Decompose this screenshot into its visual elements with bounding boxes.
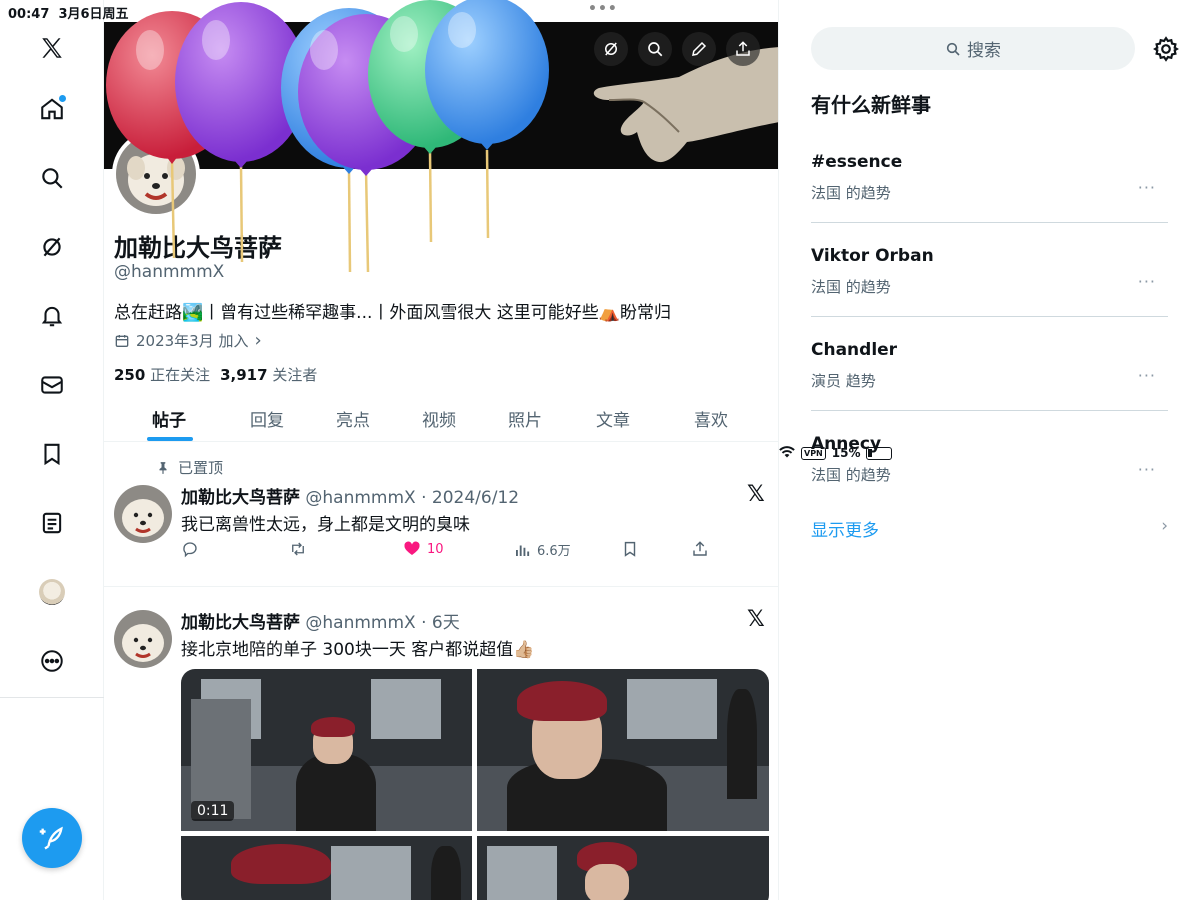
bookmark-icon[interactable] bbox=[36, 438, 68, 470]
like-button[interactable]: 10 bbox=[403, 540, 444, 558]
media-video[interactable]: 0:11 bbox=[181, 669, 472, 831]
tweet-header: 加勒比大鸟菩萨 @hanmmmX · 2024/6/12 bbox=[181, 483, 519, 508]
display-name: 加勒比大鸟菩萨 bbox=[114, 234, 282, 262]
pencil-icon bbox=[692, 41, 707, 56]
tweet-text: 我已离兽性太远，身上都是文明的臭味 bbox=[181, 515, 470, 535]
tweet-divider bbox=[104, 586, 778, 587]
bookmark-icon bbox=[624, 541, 636, 557]
profile-avatar[interactable] bbox=[112, 130, 200, 218]
retweet-icon bbox=[292, 542, 304, 556]
tab-replies[interactable]: 回复 bbox=[250, 406, 284, 431]
views-button[interactable]: 6.6万 bbox=[513, 540, 571, 559]
compose-button[interactable] bbox=[22, 808, 82, 868]
home-icon[interactable] bbox=[36, 93, 68, 125]
banner-actions bbox=[594, 32, 760, 66]
status-bar: 00:47 3月6日周五 ••• VPN 15% bbox=[0, 0, 1200, 460]
chevron-right-icon: › bbox=[254, 330, 262, 351]
dog-avatar-image bbox=[114, 610, 172, 668]
profile-search-button[interactable] bbox=[638, 32, 672, 66]
tweet-avatar[interactable] bbox=[114, 485, 172, 543]
x-logo-icon: 𝕏 bbox=[747, 607, 765, 632]
profile-tabs: 帖子 回复 亮点 视频 照片 文章 喜欢 bbox=[104, 394, 778, 442]
retweet-button[interactable] bbox=[289, 540, 307, 558]
grok-action-button[interactable] bbox=[594, 32, 628, 66]
media-photo[interactable] bbox=[181, 836, 472, 900]
wifi-icon bbox=[779, 445, 795, 461]
x-logo-icon: 𝕏 bbox=[747, 482, 765, 507]
tweet-media-grid: 0:11 bbox=[181, 669, 769, 900]
like-count: 10 bbox=[427, 541, 444, 557]
reply-button[interactable] bbox=[181, 540, 199, 558]
view-count: 6.6万 bbox=[537, 544, 571, 559]
media-photo[interactable] bbox=[477, 836, 769, 900]
heart-icon bbox=[404, 541, 420, 555]
notification-dot bbox=[59, 95, 66, 102]
mail-icon[interactable] bbox=[36, 369, 68, 401]
main-column: 加勒比大鸟菩萨 @hanmmmX 总在赶路🏞️丨曾有过些稀罕趣事...丨外面风雪… bbox=[104, 0, 779, 900]
battery-icon bbox=[866, 446, 893, 460]
profile-nav-avatar[interactable] bbox=[36, 576, 68, 608]
tab-highlights[interactable]: 亮点 bbox=[336, 406, 370, 431]
left-nav bbox=[0, 0, 104, 900]
vpn-badge: VPN bbox=[801, 446, 826, 460]
nav-divider bbox=[0, 697, 104, 698]
tab-articles[interactable]: 文章 bbox=[596, 406, 630, 431]
tab-likes[interactable]: 喜欢 bbox=[694, 406, 728, 431]
share-icon bbox=[736, 41, 750, 56]
search-icon[interactable] bbox=[36, 162, 68, 194]
tweet-author-name[interactable]: 加勒比大鸟菩萨 bbox=[181, 613, 300, 633]
profile-bio: 总在赶路🏞️丨曾有过些稀罕趣事...丨外面风雪很大 这里可能好些⛺盼常归 bbox=[114, 303, 671, 323]
share-button[interactable] bbox=[726, 32, 760, 66]
joined-date[interactable]: 2023年3月 加入 › bbox=[114, 330, 262, 351]
status-time: 00:47 3月6日周五 bbox=[8, 7, 129, 22]
tweet-avatar[interactable] bbox=[114, 610, 172, 668]
share-icon bbox=[693, 541, 707, 556]
grok-icon bbox=[605, 42, 617, 56]
follow-stats: 250 正在关注 3,917 关注者 bbox=[114, 364, 317, 385]
search-icon bbox=[648, 42, 663, 57]
share-button[interactable] bbox=[691, 540, 709, 558]
following-link[interactable]: 250 正在关注 bbox=[114, 364, 210, 385]
dog-avatar-image bbox=[114, 485, 172, 543]
media-photo[interactable] bbox=[477, 669, 769, 831]
edit-button[interactable] bbox=[682, 32, 716, 66]
bell-icon[interactable] bbox=[36, 300, 68, 332]
avatar bbox=[39, 579, 65, 605]
multitask-dots[interactable]: ••• bbox=[588, 1, 618, 17]
tweet-text: 接北京地陪的单子 300块一天 客户都说超值👍🏼 bbox=[181, 640, 535, 660]
followers-link[interactable]: 3,917 关注者 bbox=[220, 364, 317, 385]
status-right: VPN 15% bbox=[779, 3, 1200, 900]
tab-photos[interactable]: 照片 bbox=[508, 406, 542, 431]
tweet-handle-time[interactable]: @hanmmmX · 2024/6/12 bbox=[305, 488, 519, 508]
video-duration: 0:11 bbox=[191, 801, 235, 821]
bookmark-button[interactable] bbox=[621, 540, 639, 558]
list-icon[interactable] bbox=[36, 507, 68, 539]
views-icon bbox=[516, 545, 530, 556]
compose-icon bbox=[39, 826, 63, 850]
tweet-author-name[interactable]: 加勒比大鸟菩萨 bbox=[181, 488, 300, 508]
x-logo-icon[interactable] bbox=[36, 32, 68, 64]
tab-posts[interactable]: 帖子 bbox=[152, 406, 186, 431]
more-circle-icon[interactable] bbox=[36, 645, 68, 677]
calendar-icon bbox=[115, 334, 129, 347]
dog-avatar-image bbox=[116, 134, 196, 214]
pinned-label: 已置顶 bbox=[156, 457, 223, 478]
profile-handle: @hanmmmX bbox=[114, 262, 225, 282]
tweet-header: 加勒比大鸟菩萨 @hanmmmX · 6天 bbox=[181, 608, 460, 633]
battery-percent: 15% bbox=[831, 446, 861, 460]
tweet-handle-time[interactable]: @hanmmmX · 6天 bbox=[305, 613, 459, 633]
tweet-actions: 10 6.6万 bbox=[181, 540, 741, 564]
reply-icon bbox=[183, 542, 197, 558]
active-tab-indicator bbox=[147, 437, 193, 441]
tab-videos[interactable]: 视频 bbox=[422, 406, 456, 431]
grok-icon[interactable] bbox=[36, 231, 68, 263]
pin-icon bbox=[159, 461, 167, 474]
